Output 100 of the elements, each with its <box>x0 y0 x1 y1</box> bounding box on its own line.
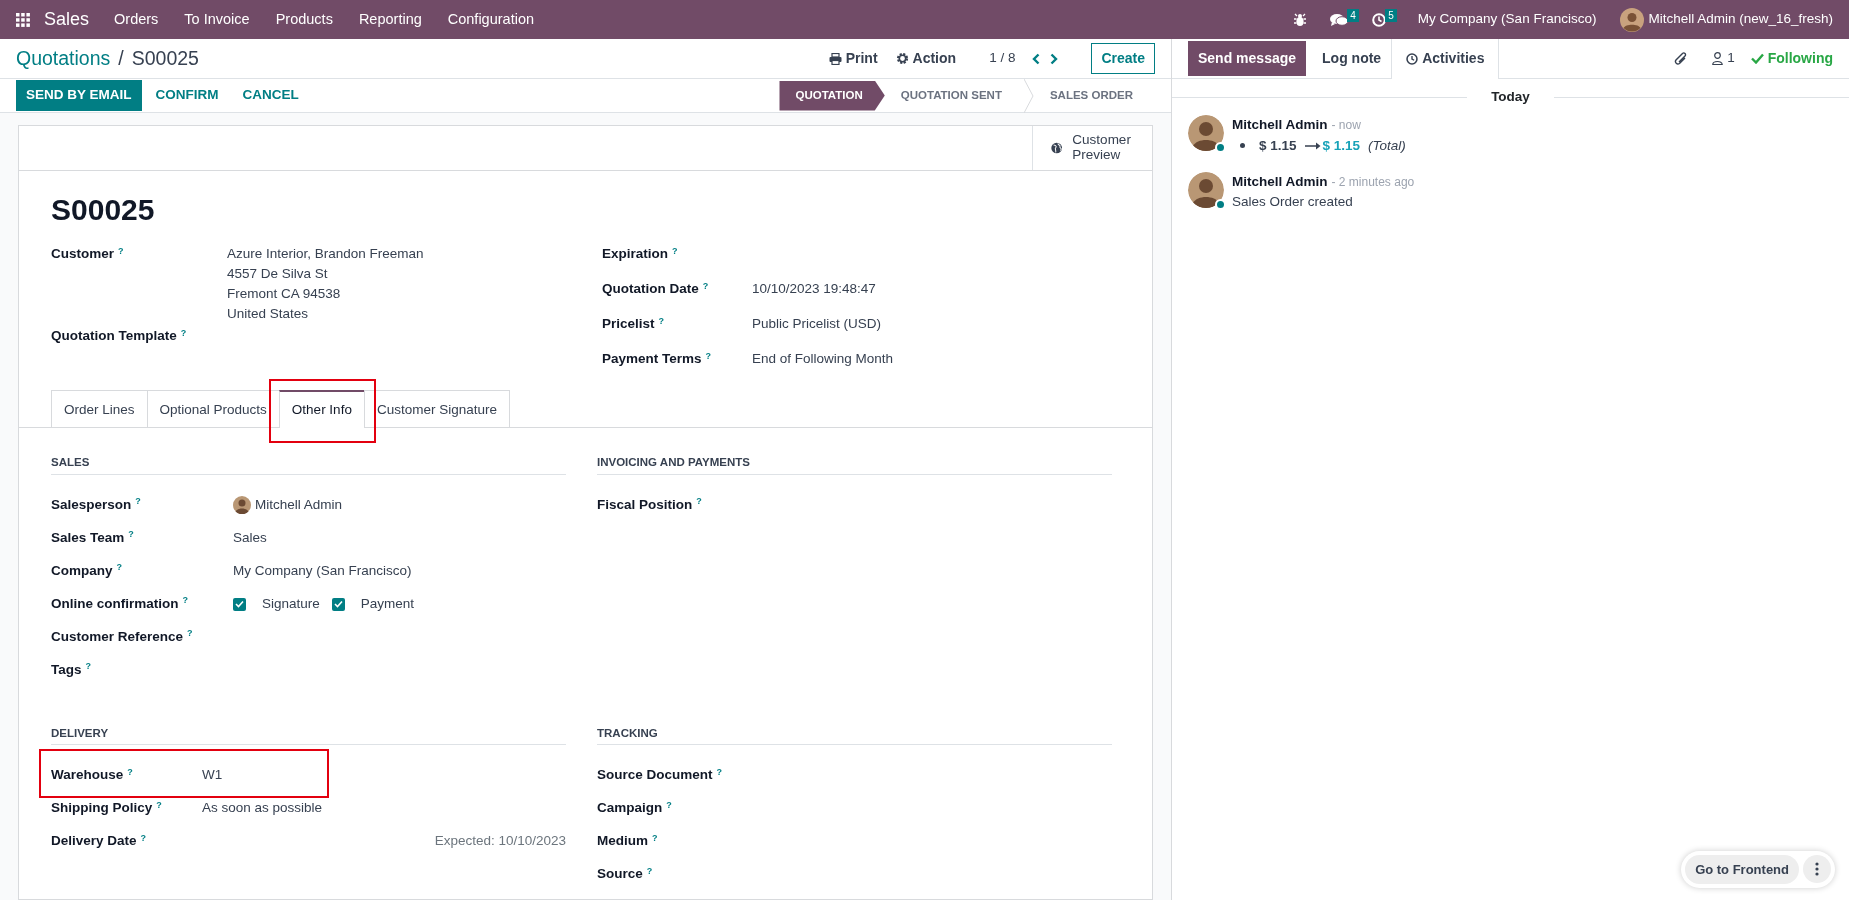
action-button[interactable]: CANCEL <box>232 80 309 111</box>
field-value[interactable]: Mitchell Admin <box>255 494 343 516</box>
field-value[interactable]: As soon as possible <box>202 798 323 819</box>
message-author[interactable]: Mitchell Admin <box>1232 171 1328 192</box>
check-icon <box>333 600 343 608</box>
action-button[interactable]: Action <box>894 47 958 70</box>
field-label: Tags$^{?}$ <box>51 660 92 679</box>
field-label: Customer Reference$^{?}$ <box>51 627 194 646</box>
field-label: Company$^{?}$ <box>51 561 123 580</box>
menu-item[interactable]: Configuration <box>434 8 547 31</box>
next-icon[interactable] <box>1049 52 1060 65</box>
printer-icon <box>828 52 842 65</box>
activity-count: 5 <box>1385 8 1397 22</box>
field-name: (Total) <box>1368 136 1406 155</box>
field-value[interactable]: End of Following Month <box>752 349 894 369</box>
clock-icon <box>1406 52 1419 65</box>
person-icon[interactable] <box>1712 52 1724 65</box>
message-time: - 2 minutes ago <box>1331 173 1415 191</box>
gear-icon <box>895 52 909 65</box>
field-value[interactable]: Public Pricelist (USD) <box>752 314 882 334</box>
date-separator: Today <box>1490 88 1531 106</box>
bullet-icon <box>1240 143 1245 149</box>
field-value[interactable]: My Company (San Francisco) <box>233 560 412 582</box>
action-button[interactable]: CONFIRM <box>145 80 229 111</box>
menu-item[interactable]: Products <box>262 8 346 31</box>
checkbox-label[interactable]: Payment <box>360 593 415 615</box>
checkbox[interactable] <box>331 597 345 611</box>
field-label: Source Document$^{?}$ <box>597 765 724 785</box>
user-avatar <box>233 496 251 514</box>
form-tab[interactable]: Customer Signature <box>363 390 510 428</box>
breadcrumb-link[interactable]: Quotations <box>16 43 111 74</box>
status-step[interactable]: QUOTATION SENT <box>884 80 1024 111</box>
menu-item[interactable]: Reporting <box>345 8 435 31</box>
field-label: Online confirmation$^{?}$ <box>51 594 189 613</box>
menu-item[interactable]: To Invoice <box>171 8 263 31</box>
go-to-frontend-button[interactable]: Go to Frontend <box>1685 854 1799 884</box>
bug-icon[interactable] <box>1293 12 1306 27</box>
section-title: TRACKING <box>597 724 1112 745</box>
form-tab[interactable]: Order Lines <box>51 390 148 428</box>
field-label: Payment Terms$^{?}$ <box>602 349 713 368</box>
field-label: Delivery Date$^{?}$ <box>51 831 148 851</box>
field-label: Warehouse$^{?}$ <box>51 765 134 785</box>
status-step[interactable]: SALES ORDER <box>1033 80 1155 111</box>
message-count: 4 <box>1347 8 1359 22</box>
field-value[interactable]: 10/10/2023 19:48:47 <box>752 279 876 299</box>
field-label: Customer$^{?}$ <box>51 244 125 263</box>
field-label: Pricelist$^{?}$ <box>602 314 666 333</box>
section-title: SALES <box>51 454 566 475</box>
chat-icon[interactable] <box>1329 12 1348 27</box>
author-avatar <box>1188 115 1224 152</box>
more-button[interactable] <box>1803 855 1831 884</box>
checkbox-label[interactable]: Signature <box>262 593 320 615</box>
expected-date: Expected: 10/10/2023 <box>434 832 566 851</box>
section-title: INVOICING AND PAYMENTS <box>597 454 1112 475</box>
pager-value: 1 / 8 <box>989 49 1016 68</box>
user-avatar[interactable] <box>1620 7 1645 32</box>
apps-menu-icon[interactable] <box>16 12 30 27</box>
checkbox[interactable] <box>233 597 246 611</box>
field-label: Campaign$^{?}$ <box>597 798 673 818</box>
breadcrumb-current: S00025 <box>131 45 199 71</box>
section-title: DELIVERY <box>51 724 566 745</box>
field-label: Source$^{?}$ <box>597 864 654 884</box>
author-avatar <box>1188 171 1224 208</box>
chatter-button[interactable]: Activities <box>1391 38 1500 79</box>
paperclip-icon[interactable] <box>1674 50 1689 67</box>
check-icon <box>1750 53 1764 64</box>
status-step[interactable]: QUOTATION <box>779 80 885 111</box>
follower-count[interactable]: 1 <box>1727 48 1735 69</box>
message-author[interactable]: Mitchell Admin <box>1232 115 1328 136</box>
previous-icon[interactable] <box>1031 52 1042 65</box>
field-value[interactable]: Azure Interior, Brandon Freeman <box>227 244 424 264</box>
new-value: $ 1.15 <box>1322 136 1361 155</box>
field-value[interactable]: W1 <box>202 765 223 786</box>
field-value[interactable]: Sales <box>233 527 267 549</box>
user-menu[interactable]: Mitchell Admin (new_16_fresh) <box>1648 9 1833 30</box>
field-value[interactable]: United States <box>227 304 424 324</box>
action-button[interactable]: SEND BY EMAIL <box>16 80 142 111</box>
field-label: Salesperson$^{?}$ <box>51 495 142 514</box>
field-label: Medium$^{?}$ <box>597 831 659 851</box>
breadcrumb-separator: / <box>118 45 124 71</box>
field-value[interactable]: Fremont CA 94538 <box>227 284 424 304</box>
form-tab[interactable]: Other Info <box>278 390 365 429</box>
create-button[interactable]: Create <box>1091 43 1155 74</box>
field-label: Sales Team$^{?}$ <box>51 528 135 547</box>
field-value[interactable]: 4557 De Silva St <box>227 264 424 284</box>
print-button[interactable]: Print <box>827 47 879 70</box>
field-label: Quotation Date$^{?}$ <box>602 279 710 298</box>
chatter-button[interactable]: Send message <box>1188 41 1307 76</box>
message-body: Sales Order created <box>1232 193 1354 211</box>
field-label: Expiration$^{?}$ <box>602 244 679 263</box>
app-name[interactable]: Sales <box>38 6 102 33</box>
menu-item[interactable]: Orders <box>101 8 172 31</box>
record-title: S00025 <box>51 192 156 228</box>
company-switcher[interactable]: My Company (San Francisco) <box>1417 9 1597 30</box>
clock-icon[interactable] <box>1371 12 1386 27</box>
arrow-icon <box>1304 141 1321 150</box>
old-value: $ 1.15 <box>1259 136 1297 155</box>
check-icon <box>235 600 244 608</box>
field-label: Quotation Template$^{?}$ <box>51 326 188 345</box>
field-label: Shipping Policy$^{?}$ <box>51 798 163 818</box>
